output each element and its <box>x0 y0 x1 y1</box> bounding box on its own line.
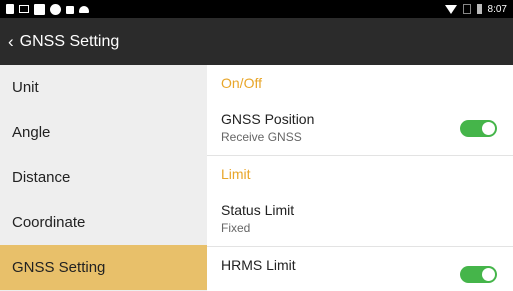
sidebar-item-distance[interactable]: Distance <box>0 155 207 200</box>
status-limit-row[interactable]: Status Limit Fixed <box>207 191 513 247</box>
back-icon[interactable]: ‹ <box>8 33 14 50</box>
gallery-icon <box>19 5 29 13</box>
sim-icon <box>6 4 14 14</box>
no-sim-icon <box>462 4 471 14</box>
section-header-on-off: On/Off <box>221 74 262 91</box>
hrms-limit-row[interactable]: HRMS Limit <box>207 247 513 291</box>
settings-content: On/Off GNSS Position Receive GNSS Limit … <box>207 65 513 291</box>
android-icon <box>79 5 89 13</box>
status-time: 8:07 <box>487 3 507 15</box>
page-title: GNSS Setting <box>19 32 120 50</box>
lock-icon <box>66 6 74 14</box>
sidebar-item-gnss-setting[interactable]: GNSS Setting <box>0 245 207 290</box>
status-left-icons <box>6 3 89 15</box>
sidebar-item-label: GNSS Setting <box>12 259 106 276</box>
gnss-position-toggle[interactable] <box>460 119 497 137</box>
app-bar: ‹ GNSS Setting <box>0 18 513 65</box>
sidebar-item-angle[interactable]: Angle <box>0 110 207 155</box>
sidebar-item-label: Angle <box>12 124 51 141</box>
battery-icon <box>476 4 482 14</box>
gnss-position-row[interactable]: GNSS Position Receive GNSS <box>207 100 513 156</box>
section-header-limit: Limit <box>221 165 251 182</box>
status-limit-value: Fixed <box>221 221 251 235</box>
toggle-knob <box>482 268 495 281</box>
status-bar: 8:07 <box>0 0 513 18</box>
sidebar-item-unit[interactable]: Unit <box>0 65 207 110</box>
circle-icon <box>50 3 61 15</box>
wifi-icon <box>444 4 457 14</box>
sidebar-item-label: Distance <box>12 169 71 186</box>
sidebar: Unit Angle Distance Coordinate GNSS Sett… <box>0 65 207 291</box>
status-limit-title: Status Limit <box>221 202 295 218</box>
hrms-limit-toggle[interactable] <box>460 266 497 283</box>
sidebar-item-label: Unit <box>12 79 39 96</box>
sidebar-item-coordinate[interactable]: Coordinate <box>0 200 207 245</box>
toggle-knob <box>482 121 495 135</box>
document-icon <box>34 3 45 15</box>
sidebar-item-label: Coordinate <box>12 214 86 231</box>
status-right-icons: 8:07 <box>444 3 507 15</box>
